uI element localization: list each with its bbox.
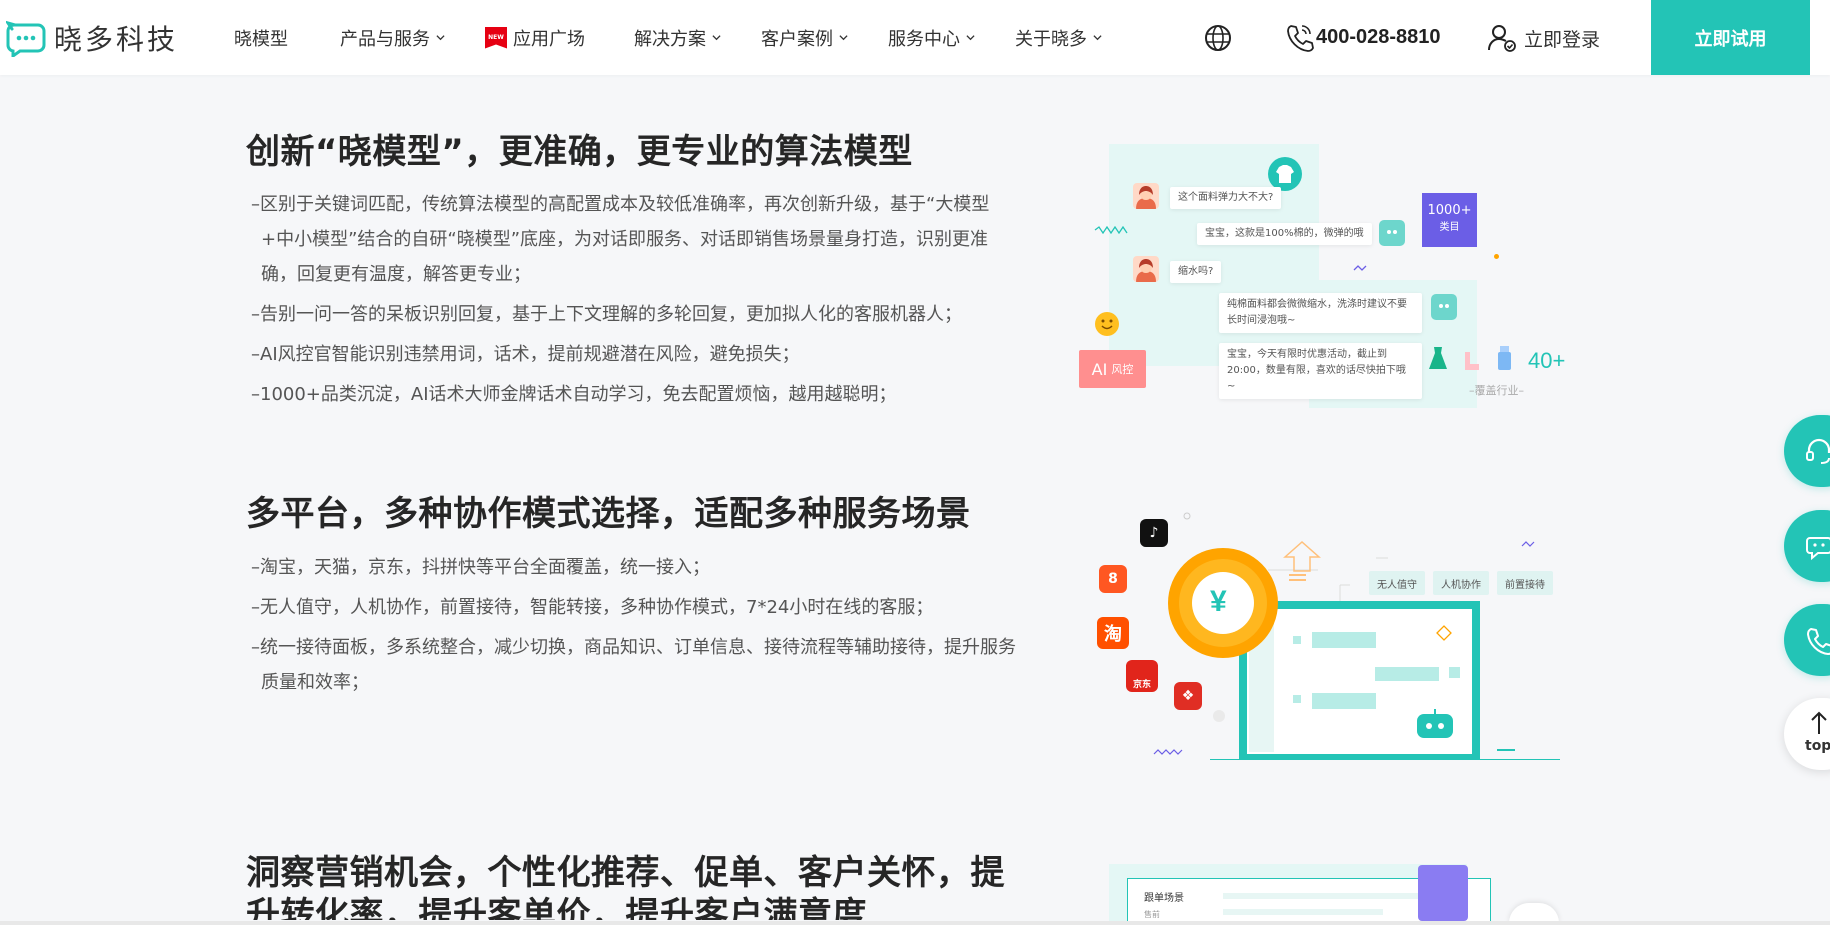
douyin-icon: ♪ bbox=[1140, 519, 1168, 547]
chevron-down-icon bbox=[839, 35, 848, 41]
chevron-down-icon bbox=[1093, 35, 1102, 41]
chat-bubble: 纯棉面料都会微微缩水，洗涤时建议不要长时间浸泡哦~ bbox=[1219, 293, 1422, 333]
avatar-bubble bbox=[1509, 903, 1559, 923]
top-navbar: 晓多科技 晓模型 产品与服务 NEW 应用广场 解决方案 客户案例 服务中心 关… bbox=[0, 0, 1830, 75]
coin-symbol: ¥ bbox=[1210, 585, 1227, 618]
industries-label: –覆盖行业– bbox=[1469, 384, 1524, 397]
new-badge-icon: NEW bbox=[485, 26, 507, 49]
nav-item-about[interactable]: 关于晓多 bbox=[1015, 25, 1102, 51]
login-label: 立即登录 bbox=[1524, 28, 1601, 51]
smiley-icon bbox=[1095, 312, 1119, 336]
online-chat-button[interactable] bbox=[1784, 510, 1830, 582]
back-to-top-label: top bbox=[1805, 738, 1830, 754]
page-bottom-edge bbox=[0, 921, 1830, 925]
mode-tag: 人机协作 bbox=[1433, 571, 1489, 595]
nav-item-label: 应用广场 bbox=[513, 28, 585, 50]
jd-icon: 京东 bbox=[1126, 660, 1158, 692]
phone-icon bbox=[1807, 628, 1830, 655]
nav-item-label: 晓模型 bbox=[234, 28, 288, 50]
chevron-down-icon bbox=[712, 35, 721, 41]
nav-menu: 晓模型 产品与服务 NEW 应用广场 解决方案 客户案例 服务中心 关于晓多 bbox=[234, 0, 1102, 75]
dress-icon bbox=[1429, 347, 1447, 369]
user-icon bbox=[1488, 25, 1516, 52]
nav-item-label: 关于晓多 bbox=[1015, 28, 1087, 50]
pinduoduo-icon: ❖ bbox=[1174, 682, 1202, 710]
chat-bubble: 这个面料弹力大不大? bbox=[1170, 187, 1282, 209]
placeholder-bar bbox=[1223, 909, 1383, 915]
section-title-platforms: 多平台，多种协作模式选择，适配多种服务场景 bbox=[246, 494, 971, 534]
mode-tag: 前置接待 bbox=[1497, 571, 1553, 595]
section-desc-model: –区别于关键词匹配，传统算法模型的高配置成本及较低准确率，再次创新升级，基于“大… bbox=[251, 187, 1021, 412]
bottle-icon bbox=[1498, 346, 1511, 370]
mode-tag: 无人值守 bbox=[1369, 571, 1425, 595]
free-trial-button[interactable]: 立即试用 bbox=[1651, 0, 1810, 75]
nav-item-model[interactable]: 晓模型 bbox=[234, 25, 288, 51]
robot-icon bbox=[1431, 294, 1457, 320]
nav-item-label: 产品与服务 bbox=[340, 28, 430, 50]
phone-contact[interactable]: 400-028-8810 bbox=[1284, 22, 1441, 52]
section-title-model: 创新“晓模型”，更准确，更专业的算法模型 bbox=[246, 132, 913, 172]
phone-call-button[interactable] bbox=[1784, 604, 1830, 676]
chat-icon bbox=[1806, 537, 1830, 561]
nav-item-label: 客户案例 bbox=[761, 28, 833, 50]
logo-chat-icon bbox=[6, 20, 46, 57]
login-link[interactable]: 立即登录 bbox=[1486, 22, 1600, 54]
nav-item-service[interactable]: 服务中心 bbox=[888, 25, 975, 51]
chat-bubble: 宝宝，今天有限时优惠活动，截止到20:00，数量有限，喜欢的话尽快拍下哦~ bbox=[1219, 343, 1422, 399]
back-to-top-button[interactable]: top bbox=[1784, 698, 1830, 770]
phone-icon bbox=[1287, 25, 1314, 52]
squiggle-decoration bbox=[1353, 265, 1367, 271]
ai-risk-sub: 风控 bbox=[1111, 363, 1134, 376]
taobao-icon: 淘 bbox=[1097, 617, 1129, 649]
phone-number: 400-028-8810 bbox=[1316, 25, 1441, 48]
desc-line: –告别一问一答的呆板识别回复，基于上下文理解的多轮回复，更加拟人化的客服机器人； bbox=[251, 304, 962, 325]
customer-avatar bbox=[1133, 256, 1159, 282]
category-stat-label: 类目 bbox=[1439, 222, 1460, 233]
nav-item-label: 解决方案 bbox=[634, 28, 706, 50]
logo[interactable]: 晓多科技 bbox=[6, 18, 178, 58]
kuaishou-icon: 8 bbox=[1099, 565, 1127, 593]
category-stat-box: 1000+ 类目 bbox=[1422, 193, 1477, 247]
customer-avatar bbox=[1133, 183, 1159, 209]
nav-item-label: 服务中心 bbox=[888, 28, 960, 50]
arrow-up-icon bbox=[1811, 711, 1827, 734]
desc-line: –淘宝，天猫，京东，抖拼快等平台全面覆盖，统一接入； bbox=[251, 557, 710, 578]
nav-item-products[interactable]: 产品与服务 bbox=[340, 25, 445, 51]
section-title-marketing: 洞察营销机会，个性化推荐、促单、客户关怀，提升转化率，提升客单价，提升客户满意度 bbox=[246, 853, 1005, 920]
marketing-card-row: 售前 bbox=[1144, 910, 1160, 919]
ai-risk-label: AI bbox=[1091, 359, 1108, 379]
placeholder-bar bbox=[1223, 893, 1423, 899]
dot-decoration bbox=[1494, 254, 1499, 259]
industries-value: 40+ bbox=[1528, 348, 1566, 373]
desc-line: –统一接待面板，多系统整合，减少切换，商品知识、订单信息、接待流程等辅助接待，提… bbox=[251, 637, 1016, 693]
desc-line: –1000+品类沉淀，AI话术大师金牌话术自动学习，免去配置烦恼，越用越聪明； bbox=[251, 384, 897, 405]
robot-icon bbox=[1379, 220, 1405, 246]
headset-icon bbox=[1806, 438, 1830, 464]
desc-line: –AI风控官智能识别违禁用词，话术，提前规避潜在风险，避免损失； bbox=[251, 344, 800, 365]
shoe-icon bbox=[1465, 352, 1479, 370]
nav-item-cases[interactable]: 客户案例 bbox=[761, 25, 848, 51]
logo-text: 晓多科技 bbox=[54, 23, 179, 56]
category-stat-value: 1000+ bbox=[1427, 203, 1472, 218]
marketing-card-title: 跟单场景 bbox=[1144, 893, 1184, 904]
nav-item-app-store[interactable]: NEW 应用广场 bbox=[485, 25, 585, 51]
globe-icon[interactable] bbox=[1203, 23, 1233, 53]
section-desc-platforms: –淘宝，天猫，京东，抖拼快等平台全面覆盖，统一接入； –无人值守，人机协作，前置… bbox=[251, 550, 1021, 700]
document-icon bbox=[1418, 865, 1468, 921]
squiggle-decoration bbox=[1094, 226, 1128, 234]
ai-risk-badge: AI 风控 bbox=[1079, 350, 1146, 388]
chevron-down-icon bbox=[436, 35, 445, 41]
chat-bubble: 缩水吗? bbox=[1170, 261, 1222, 283]
chevron-down-icon bbox=[966, 35, 975, 41]
desc-line: –区别于关键词匹配，传统算法模型的高配置成本及较低准确率，再次创新升级，基于“大… bbox=[251, 194, 990, 285]
desc-line: –无人值守，人机协作，前置接待，智能转接，多种协作模式，7*24小时在线的客服； bbox=[251, 597, 934, 618]
chat-bubble: 宝宝，这款是100%棉的，微弹的哦 bbox=[1197, 223, 1372, 245]
customer-service-button[interactable] bbox=[1784, 415, 1830, 487]
nav-item-solutions[interactable]: 解决方案 bbox=[634, 25, 721, 51]
